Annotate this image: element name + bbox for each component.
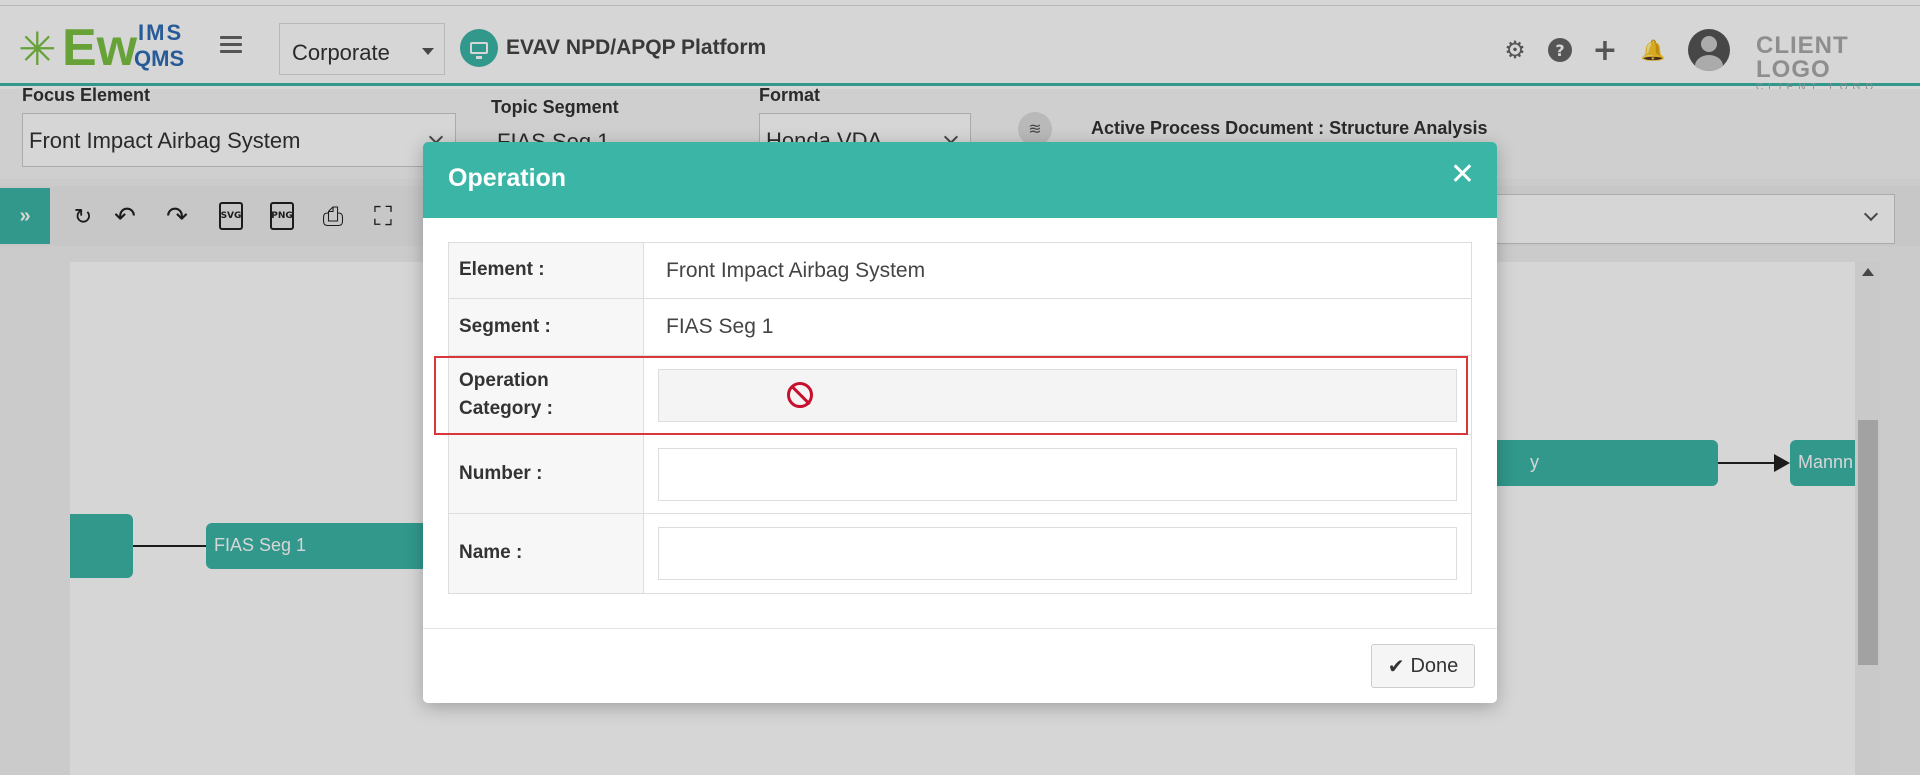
dialog-title: Operation: [448, 164, 567, 192]
name-row: Name :: [449, 514, 1471, 593]
close-icon[interactable]: ✕: [1450, 160, 1475, 190]
operation-dialog: Operation ✕ Element : Front Impact Airba…: [423, 142, 1497, 703]
highlight-box: [434, 356, 1468, 435]
number-row: Number :: [449, 435, 1471, 514]
segment-value: FIAS Seg 1: [666, 315, 774, 338]
checkmark-icon: ✔: [1387, 654, 1405, 678]
dialog-header: Operation ✕: [423, 142, 1497, 218]
name-label: Name :: [449, 514, 644, 593]
number-label: Number :: [449, 435, 644, 513]
element-value: Front Impact Airbag System: [666, 258, 926, 282]
dialog-footer-divider: [423, 628, 1497, 629]
done-button-label: Done: [1410, 654, 1459, 677]
segment-row: Segment : FIAS Seg 1: [449, 299, 1471, 356]
element-row: Element : Front Impact Airbag System: [449, 243, 1471, 299]
name-input[interactable]: [658, 527, 1457, 580]
element-label: Element :: [449, 243, 644, 298]
segment-label: Segment :: [449, 299, 644, 355]
number-input[interactable]: [658, 447, 1457, 501]
done-button[interactable]: ✔ Done: [1371, 644, 1475, 688]
